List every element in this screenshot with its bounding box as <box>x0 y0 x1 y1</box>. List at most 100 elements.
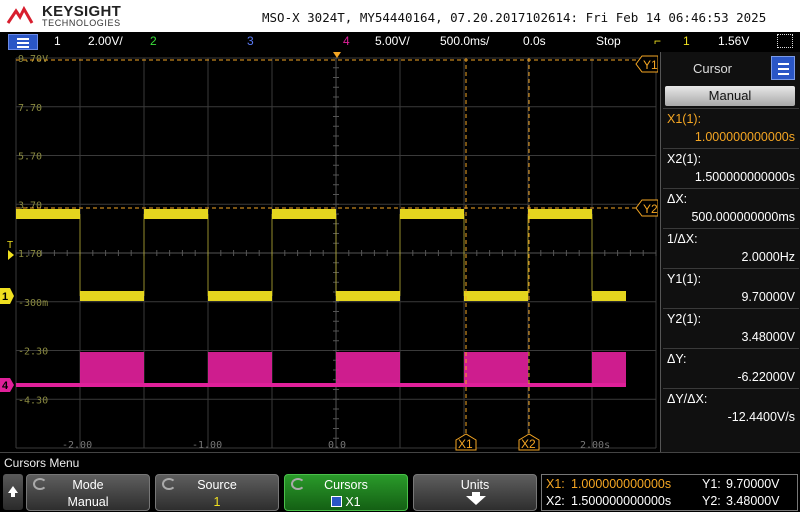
time-axis-label: -1.00 <box>192 440 222 451</box>
timebase[interactable]: 500.0ms/ <box>440 34 489 48</box>
ch1-waveform-segment <box>16 209 80 219</box>
readout-x1-value: 1.000000000000s <box>571 477 672 491</box>
menu-back-button[interactable] <box>3 474 23 510</box>
ch1-level-label: -4.30 <box>18 395 48 406</box>
cursors-softkey[interactable]: Cursors X1 <box>284 474 408 511</box>
readout-y1-label: Y1: <box>702 477 721 491</box>
brand-subtitle: TECHNOLOGIES <box>42 18 121 28</box>
readout-x2-label: X2: <box>546 494 565 508</box>
down-arrow-icon <box>466 496 486 505</box>
cursor-reading-value: 9.70000V <box>741 290 795 304</box>
title-bar: KEYSIGHT TECHNOLOGIES MSO-X 3024T, MY544… <box>0 0 800 32</box>
keysight-logo-icon <box>6 5 34 24</box>
ch1-waveform-segment <box>208 291 272 301</box>
cursor-reading-value: 1.500000000000s <box>694 170 795 184</box>
softkey-menu-bar: Cursors Menu Mode Manual Source 1 Cursor… <box>0 452 800 512</box>
ch1-waveform-segment <box>592 291 626 301</box>
cursor-panel: Cursor Manual X1(1): 1.000000000000s X2(1)… <box>660 52 800 452</box>
time-axis-label: -2.00 <box>62 440 92 451</box>
cursor-y1-tag: Y1 <box>643 58 658 72</box>
cursor-x2-tag: X2 <box>521 437 536 451</box>
menu-title: Cursors Menu <box>4 456 80 470</box>
cursor-reading-label: Y2(1): <box>667 312 702 326</box>
ch1-waveform-segment <box>80 291 144 301</box>
cursors-softkey-selection: X1 <box>345 495 361 509</box>
ch4-waveform-pulse <box>80 352 144 385</box>
cursor-readout-box: X1: 1.000000000000s X2: 1.500000000000s … <box>541 474 798 511</box>
delay[interactable]: 0.0s <box>523 34 546 48</box>
cursor-reading-value: 1.000000000000s <box>694 130 795 144</box>
trigger-level[interactable]: 1.56V <box>718 34 749 48</box>
cursor-reading: Y1(1): 9.70000V <box>663 268 799 308</box>
ch4-number[interactable]: 4 <box>343 34 350 48</box>
ch1-waveform-segment <box>336 291 400 301</box>
cursor-reading: ΔY/ΔX: -12.4400V/s <box>663 388 799 428</box>
ch4-waveform-pulse <box>592 352 626 385</box>
cursor-reading-value: -6.22000V <box>737 370 795 384</box>
trigger-level-label: T <box>7 240 13 251</box>
readout-x1-label: X1: <box>546 477 565 491</box>
mode-softkey[interactable]: Mode Manual <box>26 474 150 511</box>
ch1-waveform-segment <box>400 209 464 219</box>
cursor-reading-label: Y1(1): <box>667 272 702 286</box>
cursor-reading: X2(1): 1.500000000000s <box>663 148 799 188</box>
source-softkey-value: 1 <box>213 495 221 509</box>
cursor-reading-label: 1/ΔX: <box>667 232 698 246</box>
instrument-info: MSO-X 3024T, MY54440164, 07.20.201710261… <box>262 10 767 25</box>
ch4-waveform-pulse <box>336 352 400 385</box>
cursor-reading-label: X2(1): <box>667 152 702 166</box>
cursor-reading-label: X1(1): <box>667 112 702 126</box>
cursors-softkey-value: X1 <box>285 495 407 509</box>
ch2-number[interactable]: 2 <box>150 34 157 48</box>
ch4-waveform-pulse <box>464 352 528 385</box>
ch1-marker-label: 1 <box>2 291 8 303</box>
run-state[interactable]: Stop <box>596 34 621 48</box>
ch1-waveform-segment <box>272 209 336 219</box>
channel-status-bar: 1 2.00V/ 2 3 4 5.00V/ 500.0ms/ 0.0s Stop… <box>0 32 800 52</box>
ch1-waveform-segment <box>144 209 208 219</box>
cursor-reading-label: ΔY: <box>667 352 687 366</box>
trigger-position-icon <box>333 52 341 58</box>
main-menu-button[interactable] <box>8 34 38 50</box>
cursor-reading-label: ΔX: <box>667 192 688 206</box>
readout-y2-label: Y2: <box>702 494 721 508</box>
ch1-scale[interactable]: 2.00V/ <box>88 34 123 48</box>
ch4-waveform-pulse <box>208 352 272 385</box>
cursor-reading-value: 2.0000Hz <box>741 250 795 264</box>
source-softkey-label: Source <box>197 478 237 492</box>
ch1-level-label: -300m <box>18 298 48 309</box>
screenshot-icon[interactable] <box>777 34 793 48</box>
cursor-reading-value: -12.4400V/s <box>727 410 795 424</box>
ch3-number[interactable]: 3 <box>247 34 254 48</box>
cursor-reading-label: ΔY/ΔX: <box>667 392 708 406</box>
cursor-reading: ΔX: 500.000000000ms <box>663 188 799 228</box>
cursor-panel-menu-icon[interactable] <box>771 56 795 80</box>
ch4-scale[interactable]: 5.00V/ <box>375 34 410 48</box>
ch1-level-label: -2.30 <box>18 347 48 358</box>
readout-y1-value: 9.70000V <box>726 477 780 491</box>
ch1-waveform-segment <box>528 209 592 219</box>
source-softkey[interactable]: Source 1 <box>155 474 279 511</box>
time-axis-label: 0.0 <box>328 440 346 451</box>
trigger-edge-icon: ⌐ <box>654 34 662 48</box>
time-axis-label: 2.00s <box>580 440 610 451</box>
trigger-source[interactable]: 1 <box>683 34 690 48</box>
cursor-panel-header: Cursor <box>663 54 799 82</box>
readout-y2-value: 3.48000V <box>726 494 780 508</box>
mode-softkey-value: Manual <box>67 495 109 509</box>
selected-cursor-icon <box>331 496 343 507</box>
ch1-level-label: 5.70 <box>18 152 42 163</box>
cursor-panel-title: Cursor <box>693 61 733 76</box>
cursor-reading: X1(1): 1.000000000000s <box>663 108 799 148</box>
cursors-softkey-label: Cursors <box>324 478 368 492</box>
readout-x2-value: 1.500000000000s <box>571 494 672 508</box>
trigger-level-icon <box>8 250 14 260</box>
ch1-level-label: 7.70 <box>18 103 42 114</box>
units-softkey-label: Units <box>460 478 490 492</box>
ch1-waveform-segment <box>464 291 528 301</box>
ch1-number[interactable]: 1 <box>54 34 61 48</box>
waveform-display[interactable]: 9.70V 7.70 5.70 3.70 1.70 -300m -2.30 -4.30 -2.0… <box>0 52 658 452</box>
cursor-mode-button[interactable]: Manual <box>665 86 795 106</box>
units-softkey[interactable]: Units <box>413 474 537 511</box>
ch4-marker-label: 4 <box>2 380 9 392</box>
